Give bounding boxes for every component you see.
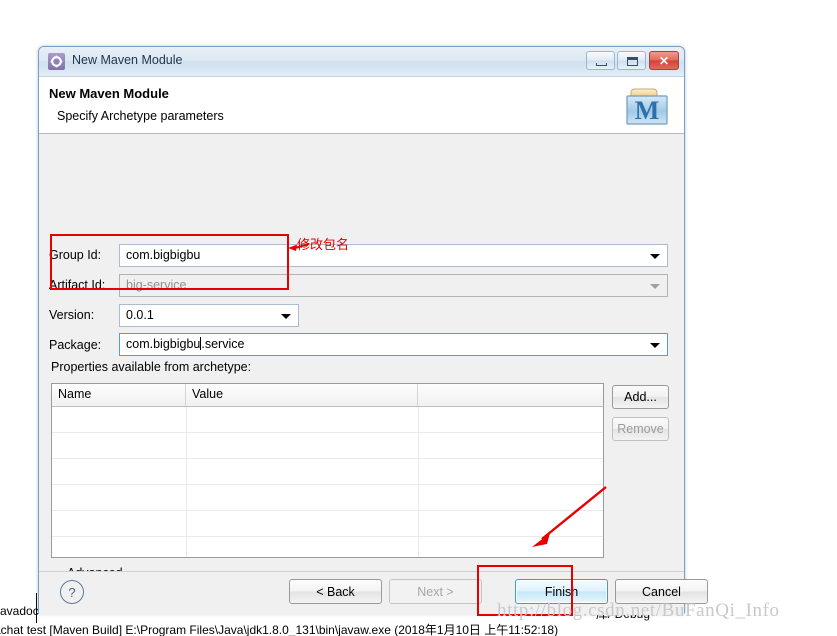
maven-module-gear-icon xyxy=(48,53,65,70)
group-id-value: com.bigbigbu xyxy=(126,248,201,262)
dialog-footer: ? < Back Next > Finish Cancel xyxy=(39,571,708,615)
table-row[interactable] xyxy=(52,459,603,485)
chevron-down-icon[interactable] xyxy=(650,254,660,259)
remove-property-label: Remove xyxy=(617,422,664,436)
eclipse-console-status-line: achat test [Maven Build] E:\Program File… xyxy=(0,623,837,636)
close-icon: ✕ xyxy=(658,53,670,68)
question-mark-icon: ? xyxy=(68,584,76,600)
column-header-value[interactable]: Value xyxy=(186,384,418,406)
annotation-arrow-finish xyxy=(532,486,607,547)
console-status-text: achat test [Maven Build] E:\Program File… xyxy=(0,623,559,636)
dialog-title: New Maven Module xyxy=(72,53,183,67)
help-button[interactable]: ? xyxy=(60,580,84,604)
column-header-name[interactable]: Name xyxy=(52,384,186,406)
finish-button[interactable]: Finish xyxy=(515,579,608,604)
version-label: Version: xyxy=(49,308,95,322)
remove-property-button: Remove xyxy=(612,417,669,441)
artifact-id-combo: big-service xyxy=(119,274,668,297)
close-button[interactable]: ✕ xyxy=(649,51,679,70)
group-id-combo[interactable]: com.bigbigbu xyxy=(119,244,668,267)
cancel-button[interactable]: Cancel xyxy=(615,579,708,604)
maven-folder-m-icon: M xyxy=(626,88,668,125)
next-label: Next > xyxy=(417,584,454,599)
minimize-icon xyxy=(596,63,607,66)
finish-label: Finish xyxy=(544,584,579,599)
table-row[interactable] xyxy=(52,433,603,459)
column-header-extra[interactable] xyxy=(418,384,603,406)
maximize-icon xyxy=(627,57,638,66)
cancel-label: Cancel xyxy=(642,584,681,599)
add-property-label: Add... xyxy=(624,390,657,404)
package-value-after-caret: .service xyxy=(201,337,245,351)
dialog-header: New Maven Module Specify Archetype param… xyxy=(39,77,684,134)
background-left-tab-text: avadoc xyxy=(0,604,39,618)
add-property-button[interactable]: Add... xyxy=(612,385,669,409)
properties-label: Properties available from archetype: xyxy=(51,360,252,374)
package-value-before-caret: com.bigbigbu xyxy=(126,337,201,351)
page-subtitle: Specify Archetype parameters xyxy=(57,109,224,123)
package-label: Package: xyxy=(49,338,102,352)
version-value: 0.0.1 xyxy=(126,308,154,322)
svg-text:M: M xyxy=(635,96,660,125)
back-button[interactable]: < Back xyxy=(289,579,382,604)
chevron-down-icon[interactable] xyxy=(650,343,660,348)
column-header-value-label: Value xyxy=(192,387,224,401)
artifact-id-value: big-service xyxy=(126,278,187,292)
table-row[interactable] xyxy=(52,407,603,433)
package-value: com.bigbigbu.service xyxy=(126,337,244,351)
back-label: < Back xyxy=(316,584,355,599)
maximize-button[interactable] xyxy=(617,51,646,70)
column-header-name-label: Name xyxy=(58,387,92,401)
page-title: New Maven Module xyxy=(49,86,169,101)
properties-table-header: Name Value xyxy=(52,384,603,407)
next-button: Next > xyxy=(389,579,482,604)
annotation-package-note: 修改包名 xyxy=(297,238,350,253)
version-combo[interactable]: 0.0.1 xyxy=(119,304,299,327)
dialog-titlebar[interactable]: New Maven Module ✕ xyxy=(39,47,684,77)
group-id-label: Group Id: xyxy=(49,248,102,262)
chevron-down-icon[interactable] xyxy=(281,314,291,319)
chevron-down-icon xyxy=(650,284,660,289)
package-combo[interactable]: com.bigbigbu.service xyxy=(119,333,668,356)
minimize-button[interactable] xyxy=(586,51,615,70)
artifact-id-label: Artifact Id: xyxy=(49,278,106,292)
